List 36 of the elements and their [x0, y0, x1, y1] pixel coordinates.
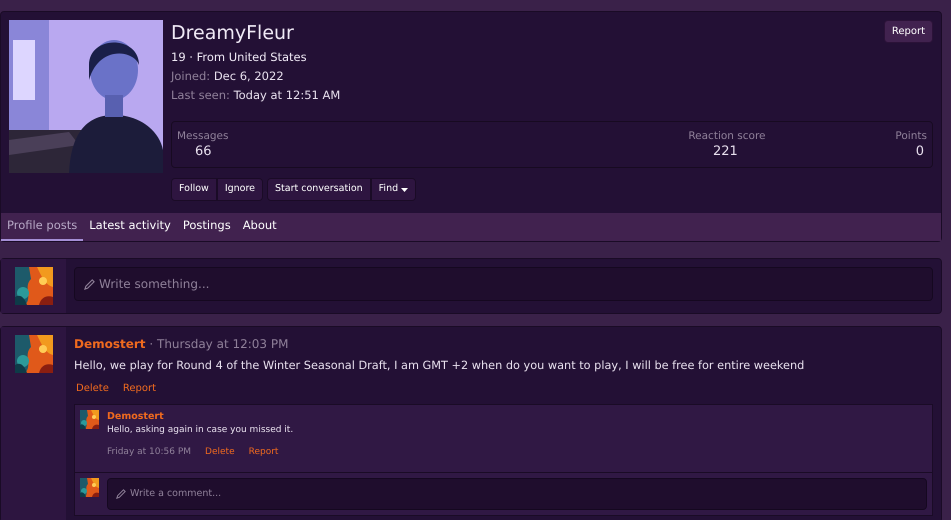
pencil-icon — [116, 489, 126, 499]
author-link[interactable]: Demostert — [74, 337, 146, 351]
action-button[interactable]: Follow — [171, 178, 217, 201]
post-time: · Thursday at 12:03 PM — [149, 337, 288, 351]
stat-label: Points — [895, 129, 927, 144]
report-button[interactable]: Report — [884, 20, 933, 43]
user-info: 19 · From United States — [171, 49, 308, 66]
stat-value: 66 — [195, 144, 212, 160]
comment-author[interactable]: Demostert — [107, 410, 294, 424]
action-button[interactable]: Start conversation — [267, 178, 371, 201]
profile-tab[interactable]: Postings — [176, 213, 237, 241]
profile-tab[interactable]: About — [236, 213, 283, 241]
joined-date: Dec 6, 2022 — [214, 69, 284, 83]
action-button[interactable]: Find — [370, 178, 416, 201]
action-button[interactable]: Ignore — [216, 178, 264, 201]
post-input-field[interactable]: Write something... — [74, 267, 933, 301]
stat-value: 0 — [916, 144, 924, 160]
stat-label: Reaction score — [688, 129, 766, 144]
last-seen-time: Today at 12:51 AM — [234, 88, 340, 102]
comment-input-field[interactable]: Write a comment... — [107, 478, 927, 510]
last-seen-label: Last seen: — [171, 88, 230, 102]
comment-text: Hello, asking again in case you missed it. — [107, 424, 294, 436]
comment-action-link[interactable]: Delete — [205, 446, 235, 460]
post-text: Hello, we play for Round 4 of the Winter Seasonal Draft, I am GMT +2 when do you want to play, I will be free for entire weekend — [74, 358, 806, 374]
caret-icon — [401, 188, 408, 192]
comment-time: Friday at 10:56 PM — [107, 446, 192, 459]
pencil-icon — [84, 278, 95, 290]
profile-tab[interactable]: Latest activity — [83, 213, 177, 241]
post-action-link[interactable]: Report — [122, 381, 156, 396]
username: DreamyFleur — [171, 21, 294, 45]
joined-label: Joined: — [171, 69, 210, 83]
stat-label: Messages — [177, 129, 228, 144]
stat-value: 221 — [713, 144, 738, 160]
comment-action-link[interactable]: Report — [248, 446, 278, 460]
post-action-link[interactable]: Delete — [76, 381, 109, 396]
profile-tab[interactable]: Profile posts — [1, 213, 84, 241]
